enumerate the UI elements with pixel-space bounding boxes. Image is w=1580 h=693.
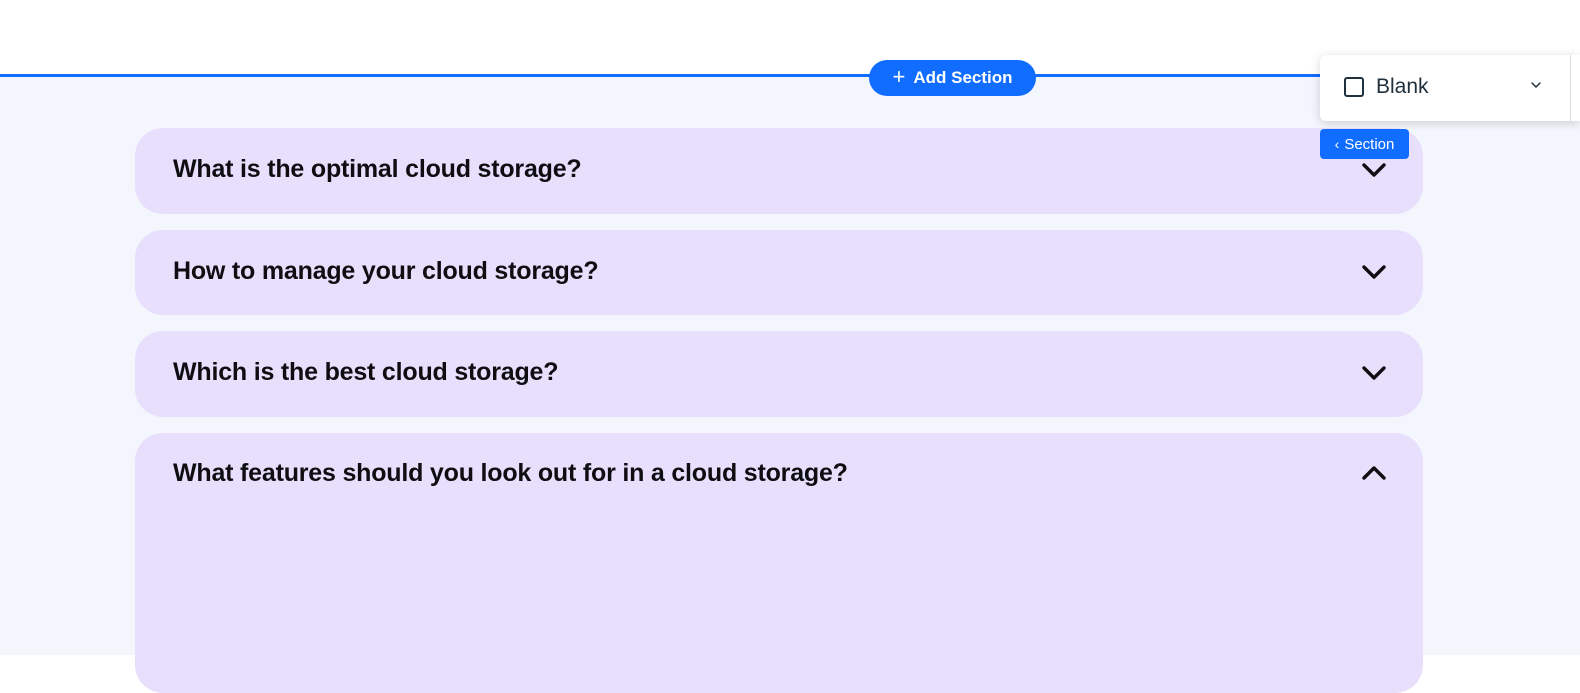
plus-icon: +: [892, 64, 906, 89]
faq-question: What is the optimal cloud storage?: [173, 155, 582, 183]
add-section-label: Add Section: [913, 68, 1013, 87]
panel-divider: [1570, 55, 1571, 121]
faq-item[interactable]: How to manage your cloud storage?: [135, 230, 1423, 315]
chevron-up-icon: [1362, 466, 1386, 480]
chevron-left-icon: ‹: [1334, 136, 1340, 152]
chevron-down-icon: [1362, 265, 1386, 279]
add-section-button[interactable]: + Add Section: [869, 60, 1036, 96]
faq-item[interactable]: What is the optimal cloud storage?: [135, 128, 1423, 214]
faq-question: Which is the best cloud storage?: [173, 358, 559, 386]
chevron-down-icon: [1362, 366, 1386, 380]
faq-item[interactable]: Which is the best cloud storage?: [135, 331, 1423, 417]
section-boundary-line: [0, 74, 1320, 77]
faq-question: What features should you look out for in…: [173, 459, 848, 487]
section-tag-label: Section: [1344, 135, 1395, 153]
layout-selector-panel[interactable]: Blank: [1320, 55, 1580, 121]
faq-item-expanded[interactable]: What features should you look out for in…: [135, 433, 1423, 693]
layout-selected-label: Blank: [1376, 75, 1429, 98]
section-tag-button[interactable]: ‹ Section: [1320, 129, 1409, 159]
faq-question: How to manage your cloud storage?: [173, 257, 599, 285]
chevron-down-icon[interactable]: [1528, 77, 1544, 93]
chevron-down-icon: [1362, 163, 1386, 177]
blank-layout-icon: [1344, 77, 1364, 97]
